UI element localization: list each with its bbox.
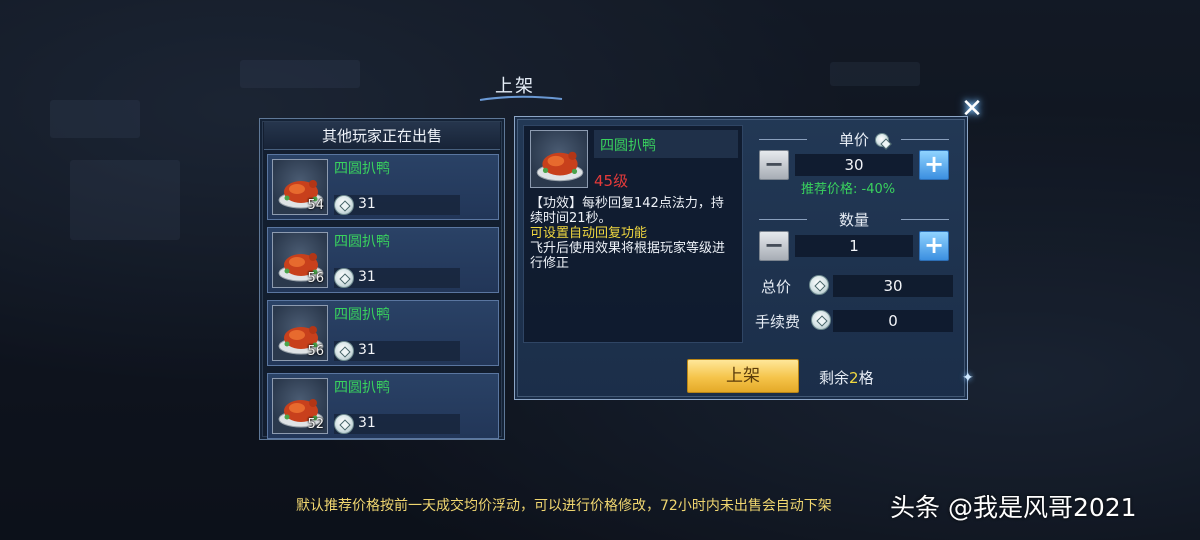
listing-price: 31 [334,268,460,288]
item-name-bar: 四圆扒鸭 [594,130,738,158]
coin-icon [334,414,354,434]
background-deco [50,100,140,138]
title-swoosh-icon [479,95,563,101]
quantity-minus-button[interactable]: − [759,231,789,261]
divider [901,219,949,220]
divider [759,219,807,220]
total-price-label: 总价 [761,278,792,296]
seller-listing[interactable]: 52 四圆扒鸭 31 [267,373,499,439]
list-item-button[interactable]: 上架 [687,359,799,393]
quantity-plus-button[interactable]: + [919,231,949,261]
listing-price: 31 [334,414,460,434]
quantity-input[interactable]: 1 [795,235,913,257]
item-thumbnail: 52 [272,378,328,434]
listing-price-value: 31 [358,342,376,358]
item-thumbnail [530,130,588,188]
item-description: 【功效】每秒回复142点法力，持续时间21秒。 可设置自动回复功能 飞升后使用效… [530,196,736,271]
remaining-slots-suffix: 格 [858,369,874,387]
item-thumbnail: 56 [272,305,328,361]
item-effect-text: 【功效】每秒回复142点法力，持续时间21秒。 [530,196,724,226]
total-price-value: 30 [833,275,953,297]
background-deco [70,160,180,240]
seller-listing[interactable]: 56 四圆扒鸭 31 [267,227,499,293]
remaining-slots-prefix: 剩余 [819,369,850,387]
listing-price-value: 31 [358,269,376,285]
listing-item-name: 四圆扒鸭 [334,234,390,250]
coin-icon [875,133,889,147]
divider [759,139,807,140]
coin-icon [334,195,354,215]
item-info-box: 四圆扒鸭 45级 【功效】每秒回复142点法力，持续时间21秒。 可设置自动回复… [523,125,743,343]
listing-item-name: 四圆扒鸭 [334,380,390,396]
quantity-label: 数量 [838,211,869,229]
unit-price-header: 单价 [759,129,949,149]
unit-price-label: 单价 [838,131,869,149]
listing-item-name: 四圆扒鸭 [334,161,390,177]
background-deco [830,62,920,86]
unit-price-plus-button[interactable]: + [919,150,949,180]
background-deco [240,60,360,88]
coin-icon [334,341,354,361]
item-level-requirement: 45级 [594,172,629,190]
fee-label: 手续费 [755,313,801,331]
unit-price-minus-button[interactable]: − [759,150,789,180]
coin-icon [334,268,354,288]
listing-price-value: 31 [358,415,376,431]
item-auto-restore-text: 可设置自动回复功能 [530,226,648,241]
sparkle-icon: ✦ [962,370,974,386]
divider [901,139,949,140]
item-level: 52 [307,417,324,432]
coin-icon [811,310,831,330]
item-thumbnail: 54 [272,159,328,215]
item-thumbnail: 56 [272,232,328,288]
coin-icon [809,275,829,295]
listing-item-name: 四圆扒鸭 [334,307,390,323]
seller-list-header: 其他玩家正在出售 [264,122,500,150]
item-level: 56 [307,271,324,286]
recommended-price-text: 推荐价格: -40% [801,182,896,197]
unit-price-input[interactable]: 30 [795,154,913,176]
item-ascension-text: 飞升后使用效果将根据玩家等级进行修正 [530,241,726,271]
watermark: 头条 @我是风哥2021 [890,493,1137,522]
item-level: 56 [307,344,324,359]
seller-list-panel: 其他玩家正在出售 54 四圆扒鸭 31 56 四圆扒鸭 31 56 四圆扒鸭 3… [259,118,505,440]
listing-price: 31 [334,195,460,215]
listing-price-value: 31 [358,196,376,212]
seller-listing[interactable]: 56 四圆扒鸭 31 [267,300,499,366]
item-level: 54 [307,198,324,213]
footer-hint: 默认推荐价格按前一天成交均价浮动，可以进行价格修改，72小时内未出售会自动下架 [296,498,832,514]
remaining-slots-count: 2 [849,369,859,387]
fee-value: 0 [833,310,953,332]
roast-duck-icon [536,151,584,182]
item-name: 四圆扒鸭 [600,138,656,154]
quantity-header: 数量 [759,209,949,229]
remaining-slots: 剩余2格 [819,367,874,388]
listing-price: 31 [334,341,460,361]
seller-listing[interactable]: 54 四圆扒鸭 31 [267,154,499,220]
listing-detail-panel: 四圆扒鸭 45级 【功效】每秒回复142点法力，持续时间21秒。 可设置自动回复… [514,116,968,400]
